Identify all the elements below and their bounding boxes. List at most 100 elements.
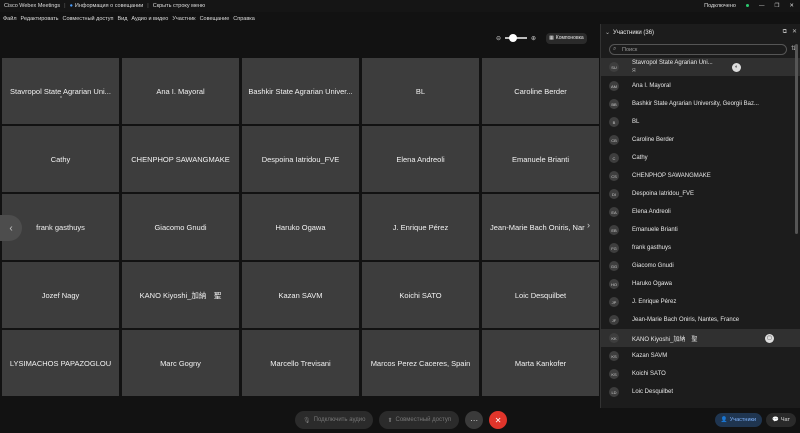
avatar: DI — [609, 189, 619, 199]
video-tile[interactable]: Jean-Marie Bach Oniris, Nar — [482, 194, 599, 260]
chat-toggle-button[interactable]: 💬 Чат — [766, 413, 796, 427]
video-tile[interactable]: Elena Andreoli — [362, 126, 479, 192]
minimize-button[interactable]: — — [759, 3, 765, 9]
chat-btn-label: Чат — [780, 417, 790, 423]
panel-header: ⌄ Участники (36) ⧉ ✕ — [601, 24, 800, 41]
leave-icon: ✕ — [494, 415, 502, 425]
participant-row[interactable]: LD Loic Desquilbet — [601, 383, 800, 401]
participant-row[interactable]: C Cathy — [601, 149, 800, 167]
restore-button[interactable]: ❐ — [774, 3, 779, 9]
tile-name: Marta Kankofer — [514, 358, 567, 368]
menu-share[interactable]: Совместный доступ — [63, 16, 114, 22]
slider-knob[interactable] — [509, 34, 518, 42]
avatar: HO — [609, 279, 619, 289]
tile-name: LYSIMACHOS PAPAZOGLOU — [9, 358, 112, 368]
share-button[interactable]: ⬆ Совместный доступ — [379, 411, 460, 429]
video-tile[interactable]: Marcello Trevisani — [242, 330, 359, 396]
menu-audio-video[interactable]: Аудио и видео — [131, 16, 168, 22]
video-tile[interactable]: BL — [362, 58, 479, 124]
tile-size-slider[interactable] — [505, 34, 528, 42]
participants-panel: ⌄ Участники (36) ⧉ ✕ ⌕ Поиск ⇅ SU Stavrop… — [600, 24, 800, 408]
participant-row[interactable]: KS Kazan SAVM — [601, 347, 800, 365]
more-options-button[interactable]: ⋯ — [465, 411, 484, 429]
video-tile[interactable]: Caroline Berder — [482, 58, 599, 124]
video-tile[interactable]: Giacomo Gnudi — [122, 194, 239, 260]
participant-row[interactable]: B BL — [601, 113, 800, 131]
avatar: KS — [609, 351, 619, 361]
tile-name: Caroline Berder — [514, 86, 567, 96]
tile-name: Cathy — [50, 154, 71, 164]
participant-row[interactable]: DI Despoina Iatridou_FVE — [601, 185, 800, 203]
participant-row[interactable]: FG frank gasthuys — [601, 239, 800, 257]
video-tile[interactable]: Koichi SATO — [362, 262, 479, 328]
panel-scrollbar[interactable] — [795, 44, 798, 234]
video-tile[interactable]: LYSIMACHOS PAPAZOGLOU — [2, 330, 119, 396]
title-bar: Cisco Webex Meetings | ● Информация о со… — [0, 0, 800, 12]
next-page-button[interactable]: › — [587, 220, 590, 230]
participant-row[interactable]: KS Koichi SATO — [601, 365, 800, 383]
video-tile[interactable]: Marc Gogny — [122, 330, 239, 396]
video-tile[interactable]: Despoina Iatridou_FVE — [242, 126, 359, 192]
video-tile[interactable]: Stavropol State Agrarian Uni... — [2, 58, 119, 124]
participant-row[interactable]: EA Elena Andreoli — [601, 203, 800, 221]
participants-toggle-button[interactable]: 👤 Участники — [714, 413, 763, 427]
video-tile[interactable]: Marta Kankofer — [482, 330, 599, 396]
video-tile[interactable]: Marcos Perez Caceres, Spain — [362, 330, 479, 396]
participant-row[interactable]: EB Emanuele Brianti — [601, 221, 800, 239]
tile-name: CHENPHOP SAWANGMAKE — [131, 154, 230, 164]
participant-row[interactable]: JP J. Enrique Pérez — [601, 293, 800, 311]
panel-title: Участники (36) — [613, 29, 655, 36]
video-tile[interactable]: Loic Desquilbet — [482, 262, 599, 328]
participant-search-input[interactable]: ⌕ Поиск — [609, 44, 787, 55]
menu-participant[interactable]: Участник — [172, 16, 195, 22]
video-tile[interactable]: Haruko Ogawa — [242, 194, 359, 260]
avatar: SU — [609, 62, 619, 72]
hide-menu-button[interactable]: Скрыть строку меню — [153, 3, 205, 9]
zoom-in-icon[interactable]: ⊕ — [531, 35, 536, 42]
video-tile[interactable]: Bashkir State Agrarian Univer... — [242, 58, 359, 124]
video-tile[interactable]: Jozef Nagy — [2, 262, 119, 328]
video-tile[interactable]: Cathy — [2, 126, 119, 192]
participant-name: Caroline Berder — [632, 137, 675, 143]
menu-help[interactable]: Справка — [233, 16, 255, 22]
menu-edit[interactable]: Редактировать — [21, 16, 59, 22]
menu-view[interactable]: Вид — [117, 16, 127, 22]
participant-name: Haruko Ogawa — [632, 281, 673, 287]
connect-audio-button[interactable]: 🎙 Подключить аудио — [295, 411, 374, 429]
tile-name: Haruko Ogawa — [275, 222, 326, 232]
close-window-button[interactable]: ✕ — [789, 3, 794, 9]
participant-row[interactable]: BB Bashkir State Agrarian University, Geo… — [601, 95, 800, 113]
collapse-chevron-icon[interactable]: ⌄ — [605, 29, 610, 36]
participant-row[interactable]: CS CHENPHOP SAWANGMAKE — [601, 167, 800, 185]
participant-name: Jean-Marie Bach Oniris, Nantes, France — [632, 317, 740, 323]
video-tile[interactable]: J. Enrique Pérez — [362, 194, 479, 260]
menu-file[interactable]: Файл — [3, 16, 17, 22]
video-tile[interactable]: Kazan SAVM — [242, 262, 359, 328]
video-tile[interactable]: CHENPHOP SAWANGMAKE — [122, 126, 239, 192]
meeting-info-button[interactable]: Информация о совещании — [75, 3, 143, 9]
participant-row[interactable]: AM Ana I. Mayoral — [601, 77, 800, 95]
video-tile[interactable]: Ana I. Mayoral — [122, 58, 239, 124]
popout-icon[interactable]: ⧉ — [783, 29, 787, 35]
presenter-badge-icon: ◐ — [732, 62, 741, 72]
chat-badge-icon[interactable]: ▢ — [765, 333, 774, 343]
participant-row[interactable]: HO Haruko Ogawa — [601, 275, 800, 293]
zoom-out-icon[interactable]: ⊖ — [496, 35, 501, 42]
menu-bar: Файл Редактировать Совместный доступ Вид… — [0, 13, 600, 24]
participant-row[interactable]: CB Caroline Berder — [601, 131, 800, 149]
search-placeholder: Поиск — [622, 46, 638, 53]
participant-row[interactable]: KK KANO Kiyoshi_加納 聖 ▢ — [601, 329, 800, 347]
avatar: CB — [609, 135, 619, 145]
avatar: CS — [609, 171, 619, 181]
participant-name: J. Enrique Pérez — [632, 299, 677, 305]
video-tile[interactable]: Emanuele Brianti — [482, 126, 599, 192]
close-panel-icon[interactable]: ✕ — [792, 29, 797, 35]
menu-meeting[interactable]: Совещание — [200, 16, 230, 22]
participant-row[interactable]: SU Stavropol State Agrarian Uni... Я ◐ — [601, 58, 800, 76]
layout-button[interactable]: ▦ Компоновка — [546, 32, 587, 44]
avatar: C — [609, 153, 619, 163]
video-tile[interactable]: KANO Kiyoshi_加納 聖 — [122, 262, 239, 328]
leave-meeting-button[interactable]: ✕ — [489, 411, 508, 429]
participant-row[interactable]: JF Jean-Marie Bach Oniris, Nantes, France — [601, 311, 800, 329]
participant-row[interactable]: GG Giacomo Gnudi — [601, 257, 800, 275]
